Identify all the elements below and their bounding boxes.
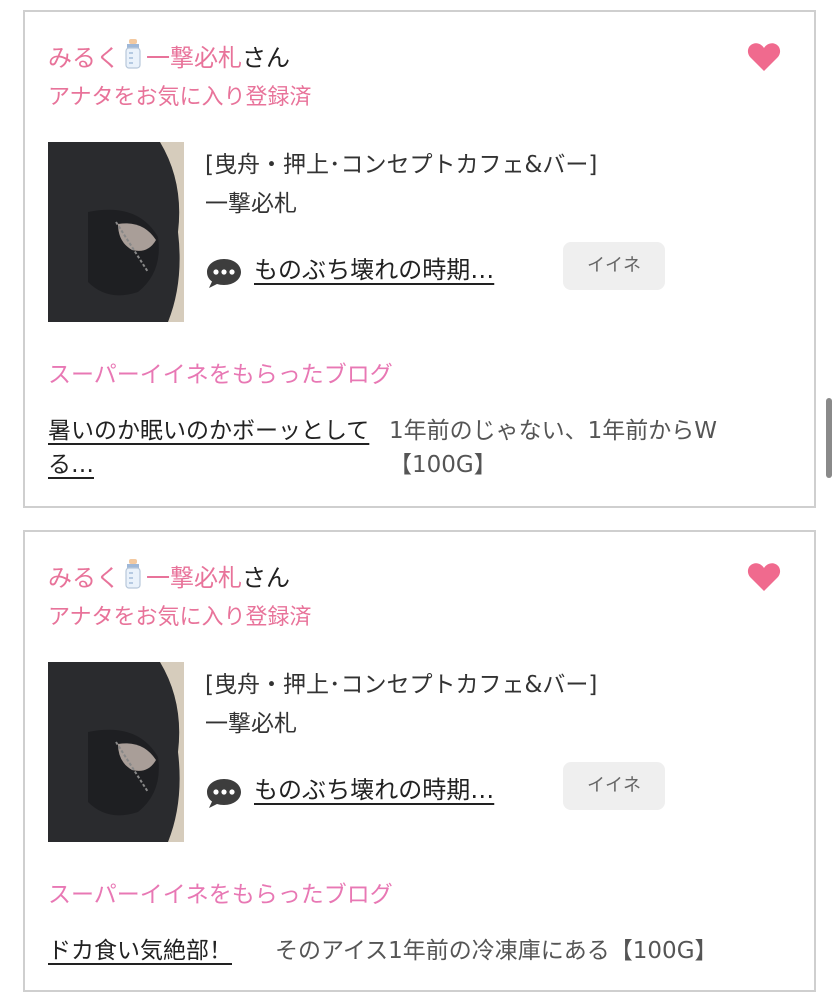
- scrollbar[interactable]: [826, 398, 832, 478]
- heart-icon[interactable]: [747, 42, 781, 72]
- user-name[interactable]: みるく 一撃必札さん: [48, 39, 290, 73]
- favorite-status: アナタをお気に入り登録済: [48, 605, 312, 630]
- user-name-part1: みるく: [48, 44, 120, 72]
- section-title: スーパーイイネをもらったブログ: [48, 882, 393, 908]
- thumbnail-photo: [48, 142, 184, 322]
- blog-excerpt: そのアイス1年前の冷凍庫にある【100G】: [275, 938, 718, 964]
- like-button[interactable]: イイネ: [563, 242, 665, 290]
- speech-bubble-icon: [207, 779, 241, 808]
- user-thumbnail[interactable]: [48, 142, 184, 322]
- user-name-part2: 一撃必札: [146, 44, 242, 72]
- shop-area: [曳舟・押上･コンセプトカフェ&バー]: [205, 672, 598, 698]
- section-title: スーパーイイネをもらったブログ: [48, 362, 393, 388]
- baby-bottle-icon: [125, 39, 141, 69]
- user-thumbnail[interactable]: [48, 662, 184, 842]
- like-button[interactable]: イイネ: [563, 762, 665, 810]
- latest-post-link[interactable]: ものぶち壊れの時期…: [254, 774, 494, 806]
- blog-title-link[interactable]: 暑いのか眠いのかボーッとしてる…: [48, 414, 378, 482]
- favorite-user-card: みるく 一撃必札さん アナタをお気に入り登録済 [曳舟・押上･コンセプトカフェ&バ…: [23, 530, 816, 992]
- shop-name: 一撃必札: [205, 711, 297, 737]
- baby-bottle-icon: [125, 559, 141, 589]
- thumbnail-photo: [48, 662, 184, 842]
- blog-excerpt: 1年前のじゃない、1年前からW【100G】: [389, 418, 718, 478]
- heart-icon[interactable]: [747, 562, 781, 592]
- user-suffix: さん: [242, 564, 290, 592]
- latest-post-link[interactable]: ものぶち壊れの時期…: [254, 254, 494, 286]
- blog-title-link[interactable]: ドカ食い気絶部！: [48, 934, 232, 968]
- user-name-part2: 一撃必札: [146, 564, 242, 592]
- user-name[interactable]: みるく 一撃必札さん: [48, 559, 290, 593]
- user-name-part1: みるく: [48, 564, 120, 592]
- shop-name: 一撃必札: [205, 191, 297, 217]
- favorite-status: アナタをお気に入り登録済: [48, 85, 312, 110]
- speech-bubble-icon: [207, 259, 241, 288]
- user-suffix: さん: [242, 44, 290, 72]
- shop-area: [曳舟・押上･コンセプトカフェ&バー]: [205, 152, 598, 178]
- favorite-user-card: みるく 一撃必札さん アナタをお気に入り登録済 [曳舟・押上･コンセプトカフェ&バ…: [23, 10, 816, 508]
